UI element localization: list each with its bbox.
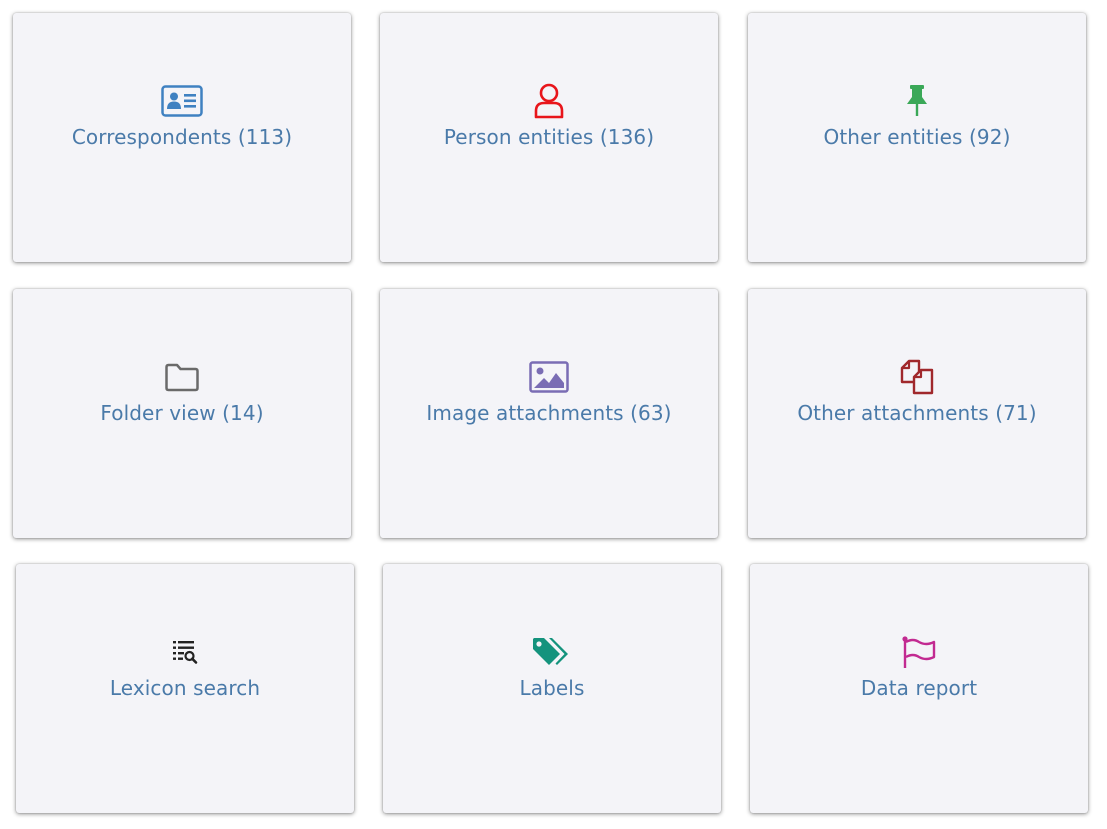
- tile-label: Data report: [860, 676, 978, 700]
- tile-image-attachments[interactable]: Image attachments (63): [380, 289, 718, 538]
- tile-label: Labels: [519, 676, 585, 700]
- tile-label: Folder view (14): [100, 401, 264, 425]
- tile-labels[interactable]: Labels: [383, 564, 721, 813]
- folder-icon: [13, 357, 351, 397]
- tile-label: Other attachments (71): [797, 401, 1037, 425]
- image-icon: [380, 357, 718, 397]
- tile-lexicon-search[interactable]: Lexicon search: [16, 564, 354, 813]
- flag-icon: [750, 632, 1088, 672]
- tile-label: Image attachments (63): [426, 401, 672, 425]
- tile-label: Person entities (136): [443, 125, 655, 149]
- tile-data-report[interactable]: Data report: [750, 564, 1088, 813]
- tile-label: Correspondents (113): [71, 125, 293, 149]
- pushpin-icon: [748, 81, 1086, 121]
- copy-files-icon: [748, 357, 1086, 397]
- tile-other-entities[interactable]: Other entities (92): [748, 13, 1086, 262]
- tile-correspondents[interactable]: Correspondents (113): [13, 13, 351, 262]
- tags-icon: [383, 632, 721, 672]
- user-icon: [380, 81, 718, 121]
- tile-label: Lexicon search: [109, 676, 261, 700]
- tile-other-attachments[interactable]: Other attachments (71): [748, 289, 1086, 538]
- list-search-icon: [16, 632, 354, 672]
- id-card-icon: [13, 81, 351, 121]
- tile-person-entities[interactable]: Person entities (136): [380, 13, 718, 262]
- tile-label: Other entities (92): [823, 125, 1011, 149]
- tile-folder-view[interactable]: Folder view (14): [13, 289, 351, 538]
